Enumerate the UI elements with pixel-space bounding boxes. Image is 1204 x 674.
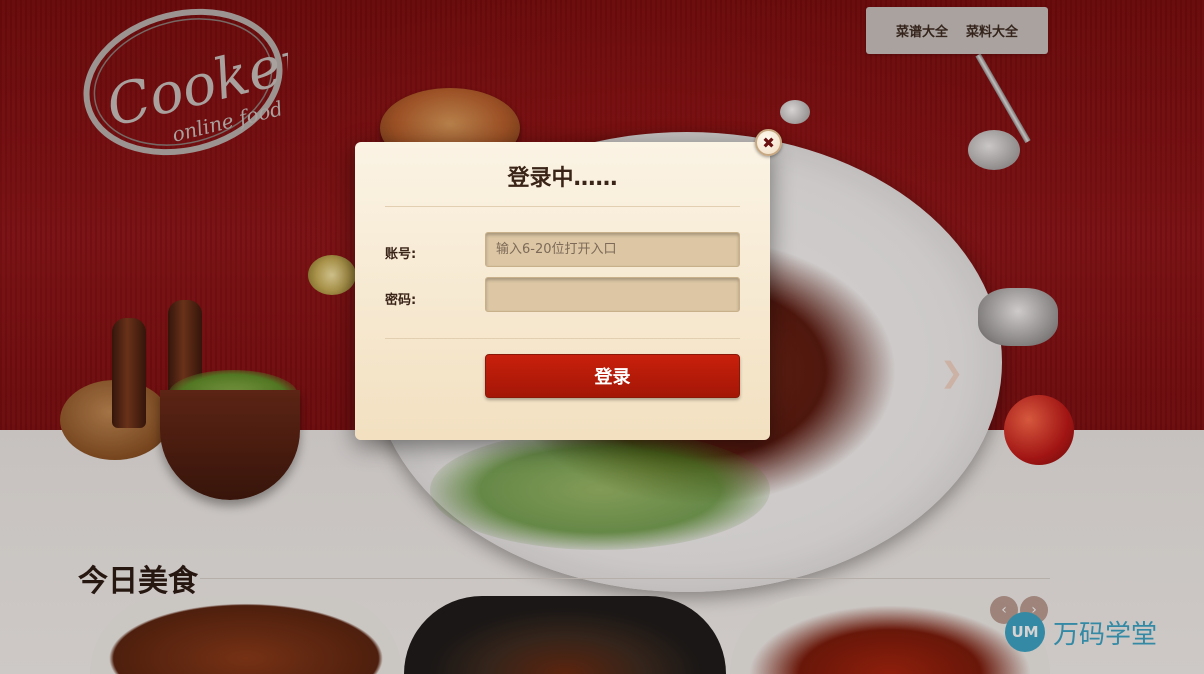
password-label: 密码:: [385, 293, 417, 308]
account-input[interactable]: [485, 232, 740, 267]
modal-title: 登录中……: [507, 166, 618, 191]
modal-divider: [385, 338, 740, 339]
login-button[interactable]: 登录: [485, 354, 740, 398]
login-modal: 登录中…… 账号: 密码: 登录: [355, 142, 770, 440]
modal-divider: [385, 206, 740, 207]
password-input[interactable]: [485, 277, 740, 312]
close-icon[interactable]: ✖: [755, 129, 782, 156]
account-label: 账号:: [385, 247, 417, 262]
